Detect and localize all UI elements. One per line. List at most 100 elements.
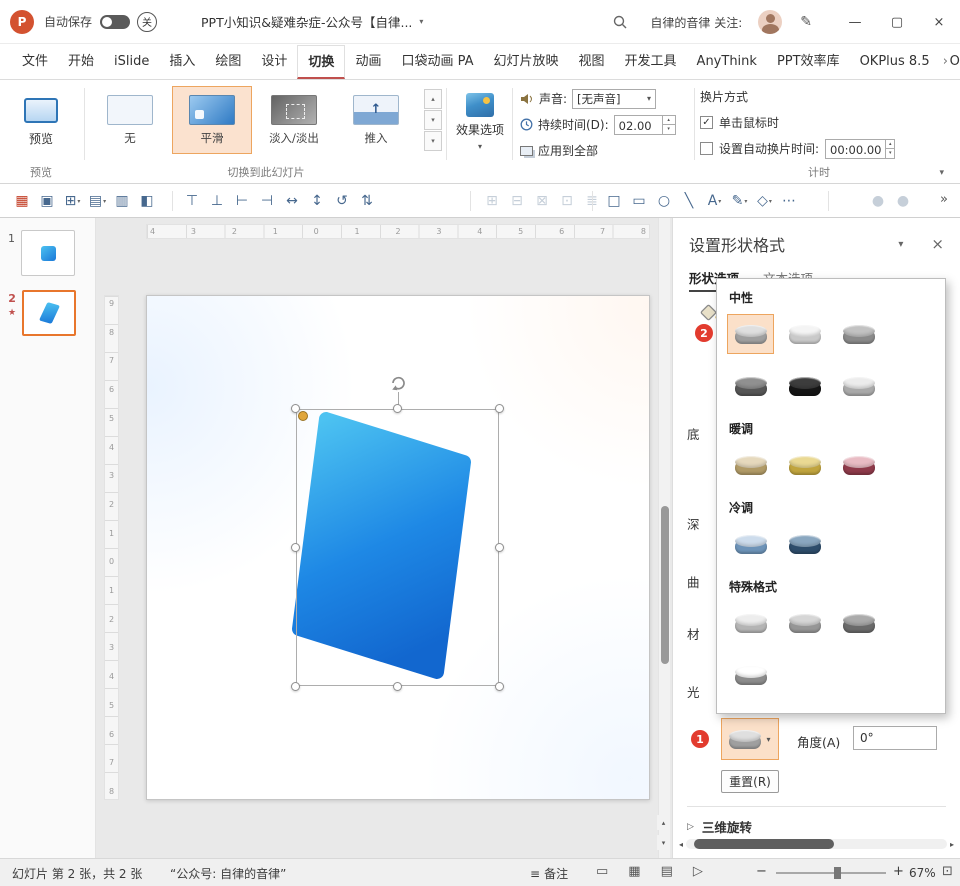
resize-handle-se[interactable] xyxy=(495,682,504,691)
material-swatch[interactable] xyxy=(835,603,882,643)
vertical-scrollbar[interactable] xyxy=(658,218,670,858)
panel-close-icon[interactable]: × xyxy=(931,235,944,253)
shape-toolbar-icon[interactable]: ╲ xyxy=(677,188,702,214)
zoom-in-button[interactable]: + xyxy=(893,864,904,879)
align-toolbar-icon[interactable]: ↕ xyxy=(305,188,330,214)
ribbon-tab[interactable]: 切换 xyxy=(297,45,345,79)
scroll-right-icon[interactable]: ▸ xyxy=(950,840,954,849)
effect-options-button[interactable]: 效果选项 ▾ xyxy=(452,88,508,156)
ribbon-tab[interactable]: 插入 xyxy=(159,45,205,79)
auto-advance-checkbox[interactable] xyxy=(700,142,713,155)
angle-input[interactable]: 0° xyxy=(853,726,937,750)
toolbar-icon[interactable]: ▣ xyxy=(35,188,60,214)
collapse-ribbon-icon[interactable]: ▾ xyxy=(939,168,944,178)
material-swatch[interactable] xyxy=(781,524,828,564)
previous-slide-button[interactable]: ▴ xyxy=(657,815,670,830)
zoom-out-button[interactable]: − xyxy=(756,864,767,879)
shape-toolbar-icon[interactable]: ◇▾ xyxy=(752,188,777,214)
align-toolbar-icon[interactable]: ⊥ xyxy=(205,188,230,214)
material-swatch[interactable] xyxy=(781,603,828,643)
material-swatch[interactable] xyxy=(781,366,828,406)
view-mode-icon[interactable]: ▤ xyxy=(661,864,673,879)
toolbar-icon[interactable]: ▥ xyxy=(110,188,135,214)
material-swatch[interactable] xyxy=(781,445,828,485)
material-swatch[interactable] xyxy=(835,366,882,406)
next-slide-button[interactable]: ▾ xyxy=(657,835,670,850)
gallery-more-button[interactable]: ▾ xyxy=(424,131,442,151)
resize-handle-ne[interactable] xyxy=(495,404,504,413)
slide-editing-surface[interactable] xyxy=(146,295,650,800)
slide-thumbnail-frame[interactable] xyxy=(21,230,75,276)
shape-toolbar-icon[interactable]: ✎▾ xyxy=(727,188,752,214)
close-button[interactable]: × xyxy=(918,0,960,44)
material-swatch[interactable] xyxy=(781,314,828,354)
resize-handle-w[interactable] xyxy=(291,543,300,552)
scroll-left-icon[interactable]: ◂ xyxy=(679,840,683,849)
ribbon-tab[interactable]: OKPlus 8.5 xyxy=(850,45,940,79)
align-toolbar-icon[interactable]: ⊢ xyxy=(230,188,255,214)
slide-thumbnail[interactable]: 1 xyxy=(0,222,95,282)
search-icon[interactable] xyxy=(612,14,628,30)
toolbar-icon[interactable]: ⊞▾ xyxy=(60,188,85,214)
view-mode-icon[interactable]: ▭ xyxy=(596,864,608,879)
transition-option[interactable]: 淡入/淡出 xyxy=(254,86,334,154)
minimize-button[interactable]: — xyxy=(834,0,876,44)
transition-option[interactable]: ↑ 推入 xyxy=(336,86,416,154)
resize-handle-sw[interactable] xyxy=(291,682,300,691)
tabs-overflow-chevron-icon[interactable]: › xyxy=(937,45,954,79)
material-swatch[interactable] xyxy=(727,655,774,695)
toolbar-overflow-icon[interactable]: » xyxy=(940,192,948,207)
resize-handle-n[interactable] xyxy=(393,404,402,413)
misc-toolbar-icon[interactable]: ● xyxy=(866,188,891,214)
ribbon-tab[interactable]: 开发工具 xyxy=(615,45,687,79)
ribbon-tab[interactable]: 开始 xyxy=(58,45,104,79)
ribbon-tab[interactable]: 绘图 xyxy=(205,45,251,79)
scroll-thumb[interactable] xyxy=(694,839,834,849)
preview-button[interactable]: 预览 xyxy=(10,88,72,156)
ribbon-tab[interactable]: iSlide xyxy=(104,45,159,79)
panel-collapse-icon[interactable]: ▾ xyxy=(898,239,903,250)
slide-thumbnail[interactable]: 2 ★ xyxy=(0,282,95,342)
adjust-handle[interactable] xyxy=(298,411,308,421)
align-toolbar-icon[interactable]: ↺ xyxy=(330,188,355,214)
material-dropdown-button[interactable]: ▾ xyxy=(721,718,779,760)
rotation-section-header[interactable]: ▷ 三维旋转 xyxy=(687,806,946,836)
align-toolbar-icon[interactable]: ⊤ xyxy=(180,188,205,214)
view-mode-icon[interactable]: ▦ xyxy=(628,864,640,879)
zoom-slider[interactable] xyxy=(776,872,886,874)
shape-toolbar-icon[interactable]: ⋯ xyxy=(777,188,802,214)
zoom-slider-thumb[interactable] xyxy=(834,867,841,879)
shape-selection[interactable] xyxy=(296,409,499,686)
rotate-handle[interactable] xyxy=(388,373,408,393)
arrange-toolbar-icon[interactable]: ⊞ xyxy=(480,188,505,214)
spin-up-icon[interactable]: ▴ xyxy=(663,116,675,126)
ribbon-tab[interactable]: 文件 xyxy=(12,45,58,79)
toolbar-icon[interactable]: ◧ xyxy=(135,188,160,214)
document-title[interactable]: PPT小知识&疑难杂症-公众号【自律... ▾ xyxy=(201,12,423,31)
zoom-percentage[interactable]: 67% xyxy=(909,866,936,880)
auto-advance-row[interactable]: 设置自动换片时间: 00:00.00 ▴▾ xyxy=(700,137,938,160)
material-swatch[interactable] xyxy=(835,445,882,485)
align-toolbar-icon[interactable]: ⊣ xyxy=(255,188,280,214)
toolbar-icon[interactable]: ▤▾ xyxy=(85,188,110,214)
misc-toolbar-icon[interactable]: ● xyxy=(891,188,916,214)
shape-toolbar-icon[interactable]: A▾ xyxy=(702,188,727,214)
ribbon-tab[interactable]: PPT效率库 xyxy=(767,45,850,79)
ribbon-tab[interactable]: 设计 xyxy=(251,45,297,79)
transition-option[interactable]: 无 xyxy=(90,86,170,154)
sound-dropdown[interactable]: [无声音] ▾ xyxy=(572,89,656,109)
shape-toolbar-icon[interactable]: □ xyxy=(602,188,627,214)
arrange-toolbar-icon[interactable]: ⊠ xyxy=(530,188,555,214)
spin-down-icon[interactable]: ▾ xyxy=(663,125,675,134)
on-click-checkbox[interactable]: ✓ xyxy=(700,116,713,129)
avatar[interactable] xyxy=(758,10,782,34)
scrollbar-thumb[interactable] xyxy=(661,506,669,664)
view-mode-icon[interactable]: ▷ xyxy=(693,864,703,879)
shape-toolbar-icon[interactable]: ▭ xyxy=(627,188,652,214)
ribbon-tab[interactable]: AnyThink xyxy=(687,45,767,79)
material-swatch[interactable] xyxy=(727,524,774,564)
toolbar-icon[interactable]: ▦ xyxy=(10,188,35,214)
spin-down-icon[interactable]: ▾ xyxy=(886,149,894,158)
on-mouse-click-row[interactable]: ✓ 单击鼠标时 xyxy=(700,111,938,134)
align-toolbar-icon[interactable]: ⇅ xyxy=(355,188,380,214)
